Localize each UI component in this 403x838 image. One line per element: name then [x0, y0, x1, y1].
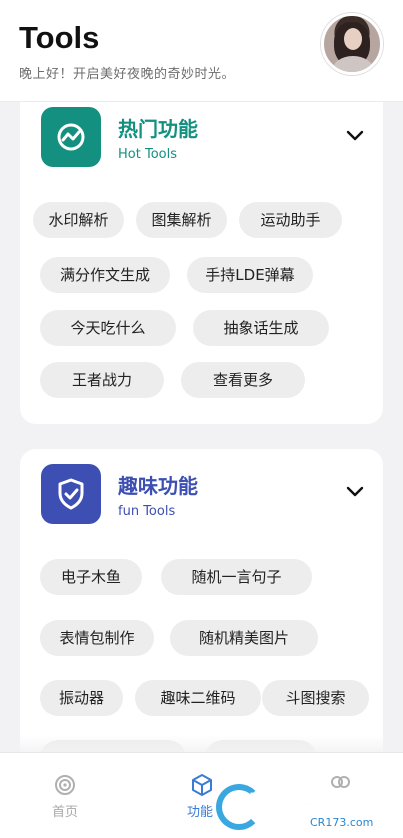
tool-chip-watermark-parse[interactable]: 水印解析	[33, 202, 124, 238]
shield-check-icon	[41, 464, 101, 524]
tool-chip-meme-maker[interactable]: 表情包制作	[40, 620, 154, 656]
watermark-url: CR173.com	[310, 816, 374, 829]
tool-chip-random-picture[interactable]: 随机精美图片	[170, 620, 318, 656]
tool-chip-fun-qrcode[interactable]: 趣味二维码	[135, 680, 261, 716]
watermark-brand: 西西软件园	[249, 792, 361, 818]
tool-chip-see-more[interactable]: 查看更多	[181, 362, 305, 398]
tool-chip-essay-gen[interactable]: 满分作文生成	[40, 257, 170, 293]
tab-home-label: 首页	[52, 805, 79, 820]
tool-chip-gallery-parse[interactable]: 图集解析	[136, 202, 227, 238]
chevron-down-icon[interactable]	[344, 481, 366, 503]
hot-tools-card: 热门功能 Hot Tools 水印解析 图集解析 运动助手 满分作文生成 手持L…	[20, 80, 383, 424]
page-title: Tools	[19, 20, 100, 55]
greeting-text: 晚上好！开启美好夜晚的奇妙时光。	[19, 67, 236, 82]
fun-tools-subtitle: fun Tools	[118, 504, 176, 519]
chevron-down-icon[interactable]	[344, 125, 366, 147]
tool-chip-vibrator[interactable]: 振动器	[40, 680, 123, 716]
tool-chip-wooden-fish[interactable]: 电子木鱼	[40, 559, 142, 595]
avatar-body	[332, 56, 374, 72]
avatar[interactable]	[321, 13, 383, 75]
hot-tools-subtitle: Hot Tools	[118, 147, 177, 162]
tool-chip-abstract-speech[interactable]: 抽象话生成	[193, 310, 329, 346]
tool-chip-handheld-danmaku[interactable]: 手持LDE弹幕	[187, 257, 313, 293]
hot-tools-title: 热门功能	[118, 117, 198, 141]
chart-compass-icon	[41, 107, 101, 167]
home-swirl-icon	[53, 773, 77, 797]
tool-chip-meme-search[interactable]: 斗图搜索	[262, 680, 369, 716]
fun-tools-title: 趣味功能	[118, 474, 198, 498]
page-header: Tools 晚上好！开启美好夜晚的奇妙时光。	[0, 0, 403, 102]
tool-chip-king-power[interactable]: 王者战力	[40, 362, 164, 398]
tool-chip-what-to-eat[interactable]: 今天吃什么	[40, 310, 176, 346]
tab-home[interactable]: 首页	[30, 753, 100, 838]
tool-chip-sport-helper[interactable]: 运动助手	[239, 202, 342, 238]
avatar-face	[344, 28, 362, 50]
tool-chip-random-quote[interactable]: 随机一言句子	[161, 559, 312, 595]
site-watermark: 西西软件园 CR173.com	[210, 780, 403, 838]
